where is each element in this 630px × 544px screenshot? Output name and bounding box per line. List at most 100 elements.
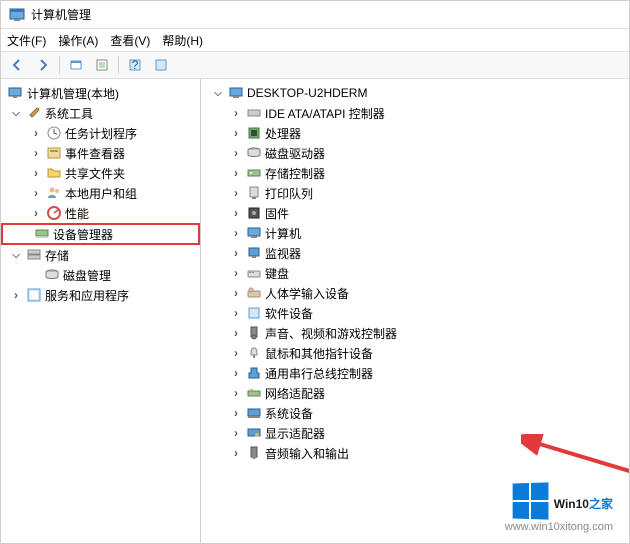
expand-caret-icon[interactable] [229,346,243,360]
expand-caret-icon[interactable] [229,206,243,220]
toolbar: ? [1,51,629,79]
expand-caret-icon[interactable] [211,86,225,100]
tool-help[interactable]: ? [123,54,147,76]
expand-caret-icon[interactable] [229,286,243,300]
expand-caret-icon[interactable] [29,126,43,140]
expand-caret-icon[interactable] [229,386,243,400]
expand-caret-icon[interactable] [229,106,243,120]
software-device-icon [246,305,262,321]
expand-caret-icon[interactable] [229,306,243,320]
tree-label: 声音、视频和游戏控制器 [265,325,397,342]
tree-device-manager[interactable]: 设备管理器 [1,223,200,245]
menu-help[interactable]: 帮助(H) [162,32,203,49]
computer-icon [246,225,262,241]
tree-label: 本地用户和组 [65,185,137,202]
tree-label: 计算机 [265,225,301,242]
tree-hid[interactable]: 人体学输入设备 [201,283,629,303]
tree-processor[interactable]: 处理器 [201,123,629,143]
tree-system-device[interactable]: 系统设备 [201,403,629,423]
expand-caret-icon[interactable] [229,166,243,180]
separator [118,56,119,74]
menu-action[interactable]: 操作(A) [58,32,98,49]
tree-label: 音频输入和输出 [265,445,349,462]
expand-caret-icon[interactable] [229,406,243,420]
tree-local-users[interactable]: 本地用户和组 [1,183,200,203]
tree-label: 事件查看器 [65,145,125,162]
tree-performance[interactable]: 性能 [1,203,200,223]
back-button[interactable] [5,54,29,76]
expand-caret-icon[interactable] [229,326,243,340]
tree-label: 共享文件夹 [65,165,125,182]
tree-audio-io[interactable]: 音频输入和输出 [201,443,629,463]
tree-label: 人体学输入设备 [265,285,349,302]
tree-keyboard[interactable]: 键盘 [201,263,629,283]
expand-caret-icon[interactable] [229,146,243,160]
users-icon [46,185,62,201]
tree-software-device[interactable]: 软件设备 [201,303,629,323]
tree-event-viewer[interactable]: 事件查看器 [1,143,200,163]
tree-storage[interactable]: 存储 [1,245,200,265]
performance-icon [46,205,62,221]
expand-caret-icon[interactable] [29,166,43,180]
tree-task-scheduler[interactable]: 任务计划程序 [1,123,200,143]
forward-button[interactable] [31,54,55,76]
tree-label: 显示适配器 [265,425,325,442]
expand-caret-icon[interactable] [229,446,243,460]
menu-file[interactable]: 文件(F) [7,32,46,49]
tree-label: 设备管理器 [53,226,113,243]
tree-label: 键盘 [265,265,289,282]
storage-icon [26,247,42,263]
expand-caret-icon [3,227,31,241]
disk-icon [44,267,60,283]
expand-caret-icon[interactable] [29,146,43,160]
tree-disk-management[interactable]: 磁盘管理 [1,265,200,285]
tree-label: 计算机管理(本地) [27,85,119,102]
tree-ide-ata[interactable]: IDE ATA/ATAPI 控制器 [201,103,629,123]
tree-label: IDE ATA/ATAPI 控制器 [265,105,385,122]
tree-system-tools[interactable]: 系统工具 [1,103,200,123]
expand-caret-icon[interactable] [229,186,243,200]
expand-caret-icon[interactable] [229,126,243,140]
tree-disk-drive[interactable]: 磁盘驱动器 [201,143,629,163]
wrench-icon [26,105,42,121]
ide-ata-icon [246,105,262,121]
app-icon [9,7,25,23]
expand-caret-icon[interactable] [9,248,23,262]
tree-firmware[interactable]: 固件 [201,203,629,223]
tree-monitor[interactable]: 监视器 [201,243,629,263]
monitor-icon [246,245,262,261]
tree-computer[interactable]: 计算机 [201,223,629,243]
expand-caret-icon[interactable] [29,206,43,220]
tree-root-computer-management[interactable]: 计算机管理(本地) [1,83,200,103]
tool-add[interactable] [64,54,88,76]
tree-label: 鼠标和其他指针设备 [265,345,373,362]
tree-audio-video[interactable]: 声音、视频和游戏控制器 [201,323,629,343]
tree-storage-controller[interactable]: 存储控制器 [201,163,629,183]
expand-caret-icon[interactable] [229,246,243,260]
expand-caret-icon[interactable] [229,266,243,280]
tree-label: 任务计划程序 [65,125,137,142]
menu-view[interactable]: 查看(V) [110,32,150,49]
expand-caret-icon[interactable] [229,426,243,440]
tree-shared-folders[interactable]: 共享文件夹 [1,163,200,183]
tree-mouse[interactable]: 鼠标和其他指针设备 [201,343,629,363]
tree-print-queue[interactable]: 打印队列 [201,183,629,203]
expand-caret-icon[interactable] [229,366,243,380]
event-icon [46,145,62,161]
tool-refresh[interactable] [149,54,173,76]
tree-network-adapter[interactable]: 网络适配器 [201,383,629,403]
expand-caret-icon[interactable] [29,186,43,200]
right-tree-pane: DESKTOP-U2HDERM IDE ATA/ATAPI 控制器处理器磁盘驱动… [201,79,629,543]
expand-caret-icon[interactable] [9,106,23,120]
tree-computer-root[interactable]: DESKTOP-U2HDERM [201,83,629,103]
tool-properties[interactable] [90,54,114,76]
tree-services-apps[interactable]: 服务和应用程序 [1,285,200,305]
tree-display-adapter[interactable]: 显示适配器 [201,423,629,443]
hid-icon [246,285,262,301]
expand-caret-icon[interactable] [9,288,23,302]
tree-usb[interactable]: 通用串行总线控制器 [201,363,629,383]
expand-caret-icon[interactable] [229,226,243,240]
tree-label: 网络适配器 [265,385,325,402]
left-tree-pane: 计算机管理(本地) 系统工具 任务计划程序 事件查看器 共享文件夹 本地用户和组 [1,79,201,543]
tree-label: 系统设备 [265,405,313,422]
